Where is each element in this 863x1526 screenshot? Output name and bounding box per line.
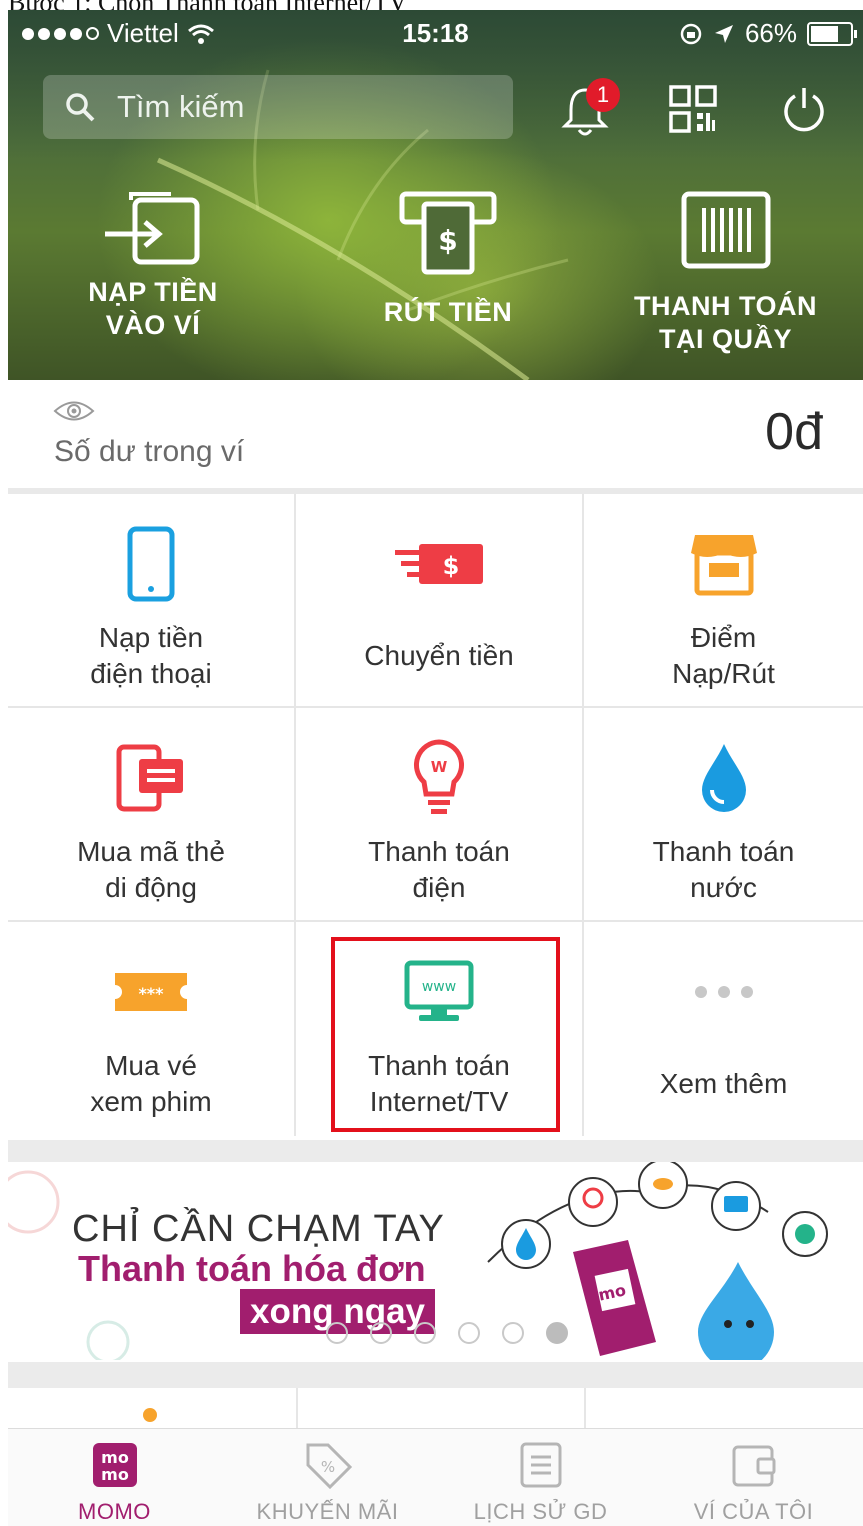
section-gap [8, 1140, 863, 1162]
service-label-line2: điện [412, 872, 466, 903]
notification-badge: 1 [586, 78, 620, 112]
service-label-line2: xem phim [90, 1086, 212, 1117]
service-label-line1: Thanh toán [652, 836, 795, 867]
service-pay-water[interactable]: Thanh toán nước [584, 708, 863, 922]
service-label-line2: di động [105, 872, 197, 903]
service-label-line1: Mua vé [105, 1050, 197, 1081]
tab-promotions[interactable]: % KHUYẾN MÃI [221, 1429, 434, 1526]
quick-action-deposit-line1: NẠP TIỀN [88, 277, 218, 307]
service-cash-points[interactable]: Điểm Nạp/Rút [584, 494, 863, 708]
bottom-tab-bar: mo mo MOMO % KHUYẾN MÃI LỊCH SỬ GD VÍ CỦ… [8, 1428, 863, 1526]
pager-dot[interactable] [458, 1322, 480, 1344]
service-label-line2: nước [690, 872, 757, 903]
rotation-lock-icon [680, 23, 702, 44]
battery-percent: 66% [744, 18, 797, 48]
promo-tag-icon: % [306, 1443, 352, 1489]
lightbulb-icon: W [413, 739, 465, 814]
banner-headline: CHỈ CẦN CHẠM TAY [72, 1208, 445, 1250]
power-icon[interactable] [781, 86, 827, 134]
momo-logo-icon: mo mo [92, 1443, 137, 1487]
svg-text:***: *** [138, 984, 164, 1003]
pager-dot[interactable] [502, 1322, 524, 1344]
quick-action-pay-at-counter[interactable]: THANH TOÁN TẠI QUẦY [623, 190, 828, 356]
barcode-icon [681, 191, 770, 269]
service-label-line2: điện thoại [90, 658, 212, 689]
search-input[interactable]: Tìm kiếm [43, 75, 513, 139]
balance-label: Số dư trong ví [54, 435, 245, 468]
service-label-line1: Mua mã thẻ [77, 836, 225, 867]
banner-pager [326, 1322, 568, 1344]
quick-action-counter-line2: TẠI QUẦY [658, 324, 792, 354]
pager-dot-active[interactable] [546, 1322, 568, 1344]
quick-action-deposit-line2: VÀO VÍ [105, 310, 201, 340]
pager-dot[interactable] [370, 1322, 392, 1344]
history-icon [520, 1442, 561, 1488]
service-money-transfer[interactable]: $ Chuyển tiền [296, 494, 584, 708]
tab-momo[interactable]: mo mo MOMO [8, 1429, 221, 1526]
battery-icon [807, 21, 857, 46]
store-icon [690, 535, 757, 596]
tab-label: KHUYẾN MÃI [256, 1499, 399, 1524]
quick-action-deposit[interactable]: NẠP TIỀN VÀO VÍ [73, 190, 233, 342]
service-label-line2: Nạp/Rút [672, 658, 775, 689]
tab-transaction-history[interactable]: LỊCH SỬ GD [434, 1429, 647, 1526]
ticket-icon: *** [115, 973, 187, 1011]
svg-text:$: $ [438, 224, 457, 257]
svg-text:mo: mo [101, 1465, 129, 1484]
service-label-line1: Điểm [690, 622, 757, 653]
svg-text:$: $ [443, 552, 460, 580]
search-placeholder: Tìm kiếm [117, 89, 245, 124]
service-buy-card-code[interactable]: Mua mã thẻ di động [8, 708, 296, 922]
quick-action-withdraw[interactable]: $ RÚT TIỀN [363, 190, 533, 329]
svg-text:%: % [320, 1458, 334, 1476]
service-label-line1: Thanh toán [368, 836, 510, 867]
pager-dot[interactable] [326, 1322, 348, 1344]
wallet-balance: Số dư trong ví 0đ [8, 380, 863, 490]
search-icon [66, 93, 95, 122]
service-movie-tickets[interactable]: *** Mua vé xem phim [8, 922, 296, 1136]
money-transfer-icon: $ [395, 544, 483, 584]
phone-icon [127, 526, 175, 602]
service-label-line1: Nạp tiền [98, 622, 204, 653]
tab-my-wallet[interactable]: VÍ CỦA TÔI [647, 1429, 860, 1526]
wallet-in-icon [105, 192, 200, 265]
banner-subline: Thanh toán hóa đơn [78, 1248, 426, 1289]
wallet-icon [732, 1445, 775, 1487]
qr-code-icon[interactable] [668, 84, 718, 134]
service-label-line1: Chuyển tiền [364, 640, 514, 671]
balance-value: 0đ [765, 403, 823, 461]
section-gap [8, 1362, 863, 1388]
tab-label: MOMO [78, 1499, 151, 1524]
tab-label: VÍ CỦA TÔI [693, 1499, 814, 1524]
status-bar: Viettel 15:18 66% [8, 10, 863, 58]
promo-banner[interactable]: mo CHỈ CẦN CHẠM TAY Thanh toán hóa đơn x… [8, 1162, 863, 1360]
location-icon [714, 24, 733, 43]
quick-action-withdraw-label: RÚT TIỀN [383, 297, 513, 327]
service-mobile-topup[interactable]: Nạp tiền điện thoại [8, 494, 296, 708]
water-drop-icon [701, 744, 746, 812]
withdraw-icon: $ [399, 191, 497, 275]
quick-action-counter-line1: THANH TOÁN [634, 291, 817, 321]
eye-icon[interactable] [53, 398, 95, 424]
phone-screen: Viettel 15:18 66% Tìm kiếm 1 NẠP TIỀN VÀ… [8, 10, 863, 1526]
more-dots-icon [694, 986, 753, 998]
service-pay-electricity[interactable]: W Thanh toán điện [296, 708, 584, 922]
service-see-more[interactable]: Xem thêm [584, 922, 863, 1136]
card-code-icon [116, 744, 183, 812]
tab-label: LỊCH SỬ GD [473, 1499, 608, 1524]
next-row-partial [8, 1388, 863, 1429]
pager-dot[interactable] [414, 1322, 436, 1344]
service-label-line1: Xem thêm [659, 1068, 788, 1099]
svg-text:W: W [431, 758, 448, 776]
selection-highlight-box [331, 937, 560, 1132]
